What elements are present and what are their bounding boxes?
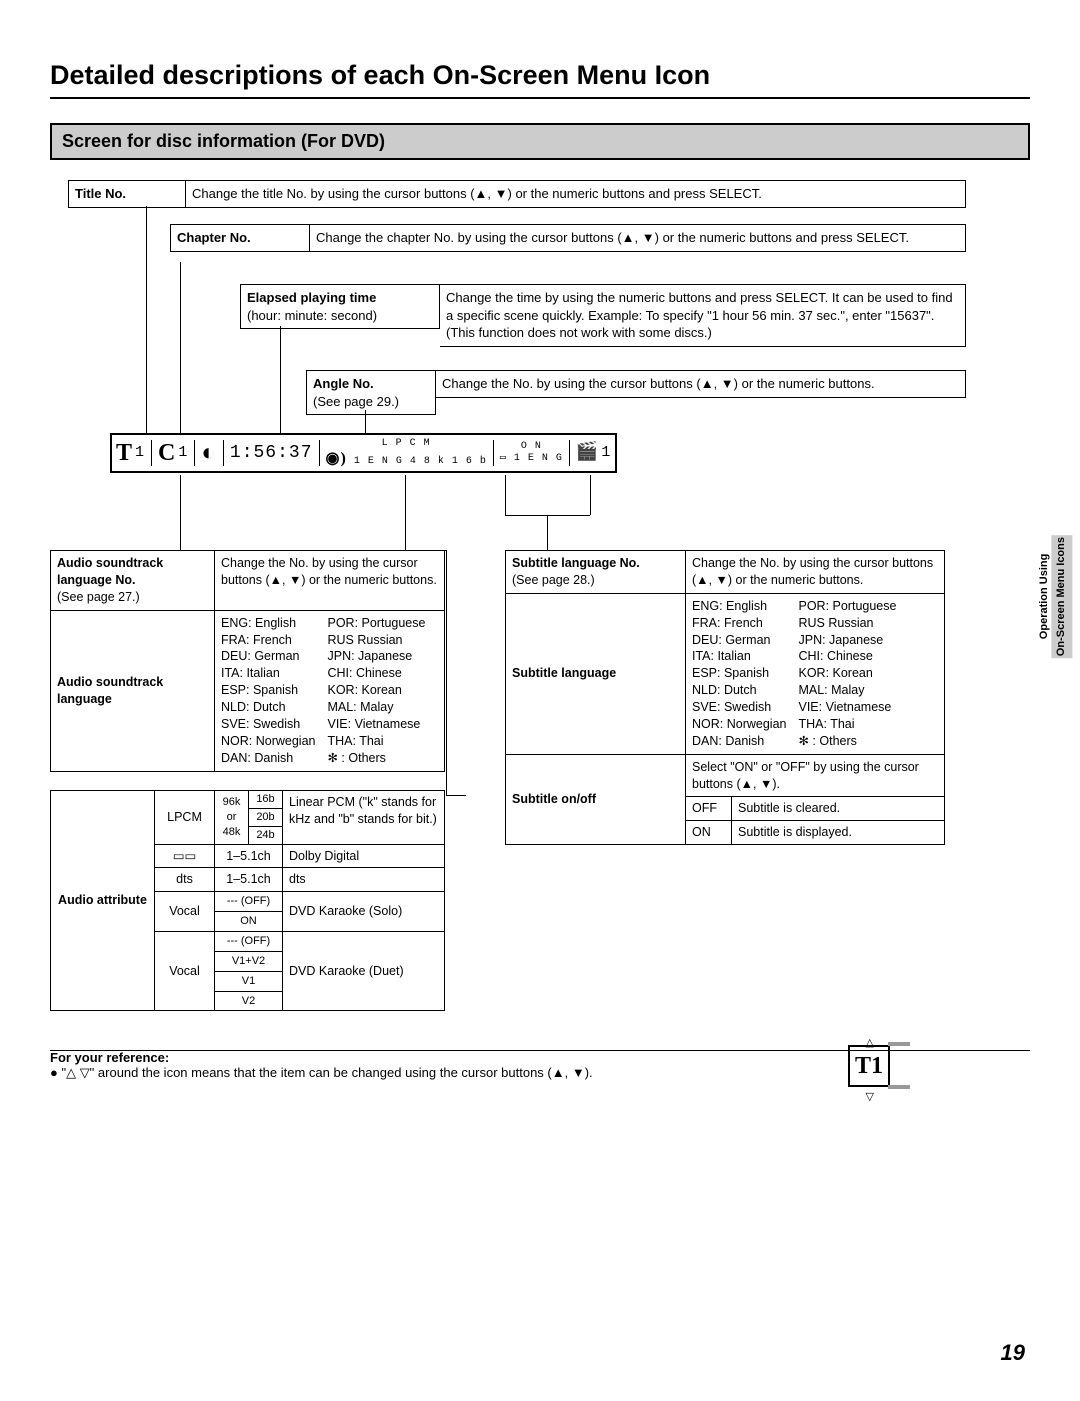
elapsed-desc: Change the time by using the numeric but…: [440, 284, 966, 347]
title-no-desc: Change the title No. by using the cursor…: [186, 180, 966, 208]
footnote: For your reference: ● "△ ▽" around the i…: [50, 1050, 750, 1081]
page-title: Detailed descriptions of each On-Screen …: [50, 60, 1030, 99]
subtitle-onoff-desc: Select "ON" or "OFF" by using the cursor…: [686, 755, 944, 798]
audio-icon: ◉): [326, 450, 347, 467]
side-tab: Operation Using On-Screen Menu Icons: [1038, 535, 1072, 658]
audio-lang-label: Audio soundtrack language: [51, 611, 215, 771]
audio-attribute-table: Audio attribute LPCM 96k or 48k 16b 20b: [50, 790, 445, 1011]
elapsed-label: Elapsed playing time(hour: minute: secon…: [240, 284, 440, 329]
section-title: Screen for disc information (For DVD): [50, 123, 1030, 160]
subtitle-lang-label: Subtitle language: [506, 594, 686, 754]
audio-no-label: Audio soundtrack language No.(See page 2…: [51, 551, 215, 610]
audio-language-list: ENG: EnglishFRA: FrenchDEU: GermanITA: I…: [221, 615, 438, 767]
angle-icon: ◐: [201, 437, 217, 469]
page-number: 19: [1001, 1340, 1025, 1366]
subtitle-no-label: Subtitle language No.(See page 28.): [506, 551, 686, 593]
angle-label: Angle No.(See page 29.): [306, 370, 436, 415]
chapter-no-label: Chapter No.: [170, 224, 310, 252]
title-no-label: Title No.: [68, 180, 186, 208]
osd-bar: T1 C1 ◐ 1:56:37 L P C M ◉) 1 E N G 4 8 k…: [110, 433, 617, 473]
chapter-no-desc: Change the chapter No. by using the curs…: [310, 224, 966, 252]
title-icon: T: [116, 437, 133, 469]
chapter-icon: C: [158, 437, 176, 469]
reference-title-icon: T1: [848, 1045, 890, 1087]
subtitle-no-desc: Change the No. by using the cursor butto…: [686, 551, 944, 593]
angle-desc: Change the No. by using the cursor butto…: [436, 370, 966, 398]
subtitle-box-icon: ▭: [500, 453, 507, 464]
subtitle-language-list: ENG: EnglishFRA: FrenchDEU: GermanITA: I…: [692, 598, 938, 750]
triangle-down-icon: ▽: [866, 1090, 874, 1103]
osd-time: 1:56:37: [230, 441, 313, 465]
subtitle-onoff-label: Subtitle on/off: [506, 755, 686, 845]
audio-no-desc: Change the No. by using the cursor butto…: [215, 551, 444, 610]
subtitle-icon: 🎬: [576, 441, 599, 465]
